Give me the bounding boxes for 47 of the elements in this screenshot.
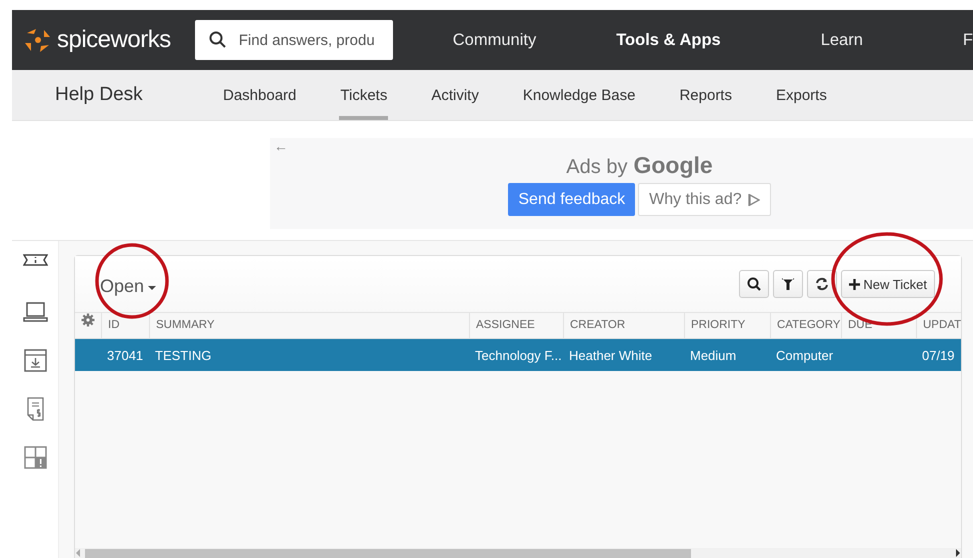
- scrollbar-thumb[interactable]: [85, 548, 691, 558]
- ticket-row[interactable]: 37041 TESTING Technology F... Heather White Medium Computer 07/19: [75, 339, 961, 371]
- download-icon[interactable]: [22, 349, 48, 374]
- table-cell-text: 37041: [106, 348, 144, 362]
- nav-tab[interactable]: Knowledge Base: [522, 70, 636, 120]
- column-header[interactable]: PRIORITY: [684, 313, 770, 338]
- new-ticket-button[interactable]: New Ticket: [841, 270, 935, 298]
- search-button[interactable]: [739, 270, 770, 298]
- why-ad-button[interactable]: Why this ad?: [638, 183, 771, 216]
- table-cell-text: Heather White: [568, 348, 654, 362]
- column-header[interactable]: CREATOR: [563, 313, 684, 338]
- scroll-right-icon[interactable]: [955, 549, 961, 557]
- column-header[interactable]: ASSIGNEE: [469, 313, 563, 338]
- column-header[interactable]: SUMMARY: [149, 313, 469, 338]
- play-icon: [748, 192, 760, 206]
- column-header[interactable]: ID: [101, 313, 149, 338]
- column-header[interactable]: CATEGORY: [770, 313, 841, 338]
- ad-brand: Google: [633, 152, 713, 179]
- refresh-icon: [815, 277, 830, 291]
- column-header[interactable]: UPDAT: [916, 313, 961, 338]
- alert-grid-icon[interactable]: [22, 445, 48, 470]
- nav-link[interactable]: Learn: [720, 30, 863, 50]
- nav-tab[interactable]: Reports: [678, 70, 733, 120]
- table-cell-text: Technology F...: [474, 348, 563, 362]
- app-title: Help Desk: [55, 84, 144, 106]
- nav-tab[interactable]: Dashboard: [222, 70, 298, 120]
- funnel-icon: [781, 277, 796, 291]
- filter-button[interactable]: [773, 270, 804, 298]
- plus-icon: [849, 278, 860, 290]
- nav-link[interactable]: Tools & Apps: [536, 30, 721, 50]
- nav-tab[interactable]: Activity: [430, 70, 480, 120]
- table-cell-text: Medium: [689, 348, 738, 362]
- brand-name: spiceworks: [57, 26, 171, 54]
- nav-tab[interactable]: Tickets: [339, 70, 388, 120]
- ad-caption: Ads by: [566, 156, 628, 179]
- caret-icon: [148, 286, 156, 290]
- nav-link[interactable]: F: [862, 30, 973, 50]
- settings-icon[interactable]: [81, 313, 95, 327]
- search-icon: [747, 277, 762, 291]
- feedback-button[interactable]: Send feedback: [508, 183, 636, 216]
- nav-link[interactable]: Community: [392, 30, 536, 50]
- search-field[interactable]: Find answers, produ: [194, 20, 393, 60]
- table-cell-text: TESTING: [154, 348, 212, 362]
- table-cell-text: 07/19: [921, 348, 956, 362]
- nav-tab[interactable]: Exports: [774, 70, 828, 120]
- search-icon: [208, 31, 227, 49]
- table-cell-text: Computer: [775, 348, 834, 362]
